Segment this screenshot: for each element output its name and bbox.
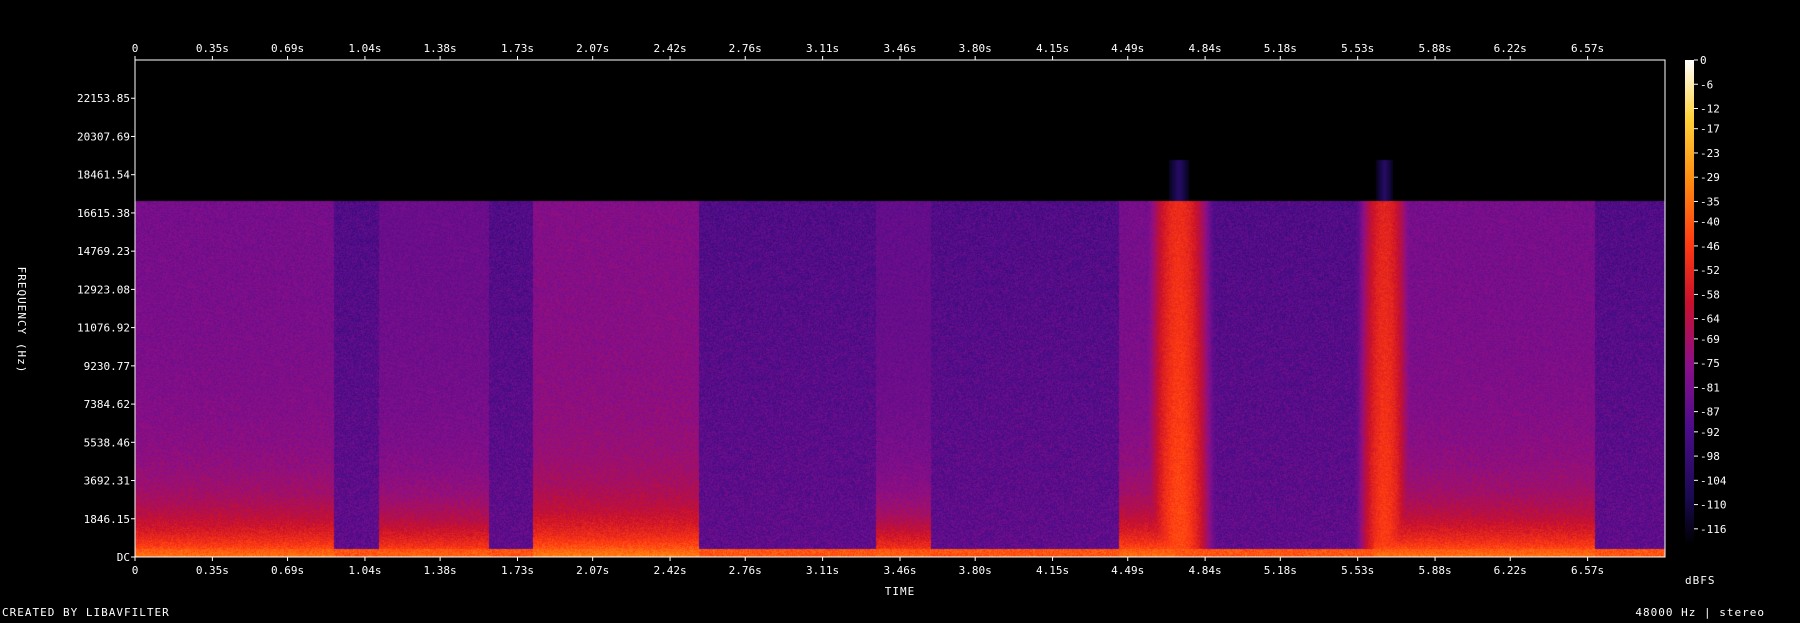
x-tick-label-top: 1.38s <box>424 42 457 55</box>
format-text: 48000 Hz | stereo <box>1635 606 1765 619</box>
x-tick-label-bottom: 2.76s <box>729 564 762 577</box>
x-tick-label-bottom: 2.07s <box>576 564 609 577</box>
y-tick-label: 20307.69 <box>77 130 130 143</box>
x-tick-label-top: 4.15s <box>1036 42 1069 55</box>
y-tick-label: 7384.62 <box>84 398 130 411</box>
x-tick-label-bottom: 5.53s <box>1341 564 1374 577</box>
colorbar-tick-label: -52 <box>1700 264 1720 277</box>
colorbar-tick-label: -98 <box>1700 450 1720 463</box>
x-tick-label-bottom: 2.42s <box>653 564 686 577</box>
x-tick-label-top: 1.73s <box>501 42 534 55</box>
y-tick-label: 22153.85 <box>77 92 130 105</box>
y-tick-label: 5538.46 <box>84 436 130 449</box>
y-tick-label: 16615.38 <box>77 207 130 220</box>
y-tick-label: DC <box>117 551 130 564</box>
x-tick-label-bottom: 3.46s <box>883 564 916 577</box>
x-tick-label-top: 5.53s <box>1341 42 1374 55</box>
y-tick-label: 12923.08 <box>77 283 130 296</box>
x-tick-label-top: 4.84s <box>1189 42 1222 55</box>
x-tick-label-top: 3.46s <box>883 42 916 55</box>
colorbar-ticks: 0 -6 -12 -17 -23 -29 -35 -40 -46 -52 -58 -64 -69 -75 -… <box>1694 54 1727 536</box>
x-axis-label: TIME <box>885 585 916 598</box>
y-axis: DC 1846.15 3692.31 5538.46 7384.62 9230.77 110… <box>77 92 135 564</box>
credit-text: CREATED BY LIBAVFILTER <box>2 606 170 619</box>
x-tick-label-bottom: 1.73s <box>501 564 534 577</box>
x-tick-label-top: 6.57s <box>1571 42 1604 55</box>
colorbar-tick-label: -46 <box>1700 240 1720 253</box>
y-axis-label: FREQUENCY (Hz) <box>15 267 28 374</box>
x-tick-label-bottom: 4.15s <box>1036 564 1069 577</box>
colorbar-tick-label: -64 <box>1700 313 1720 326</box>
colorbar-tick-label: -110 <box>1700 499 1727 512</box>
y-tick-label: 3692.31 <box>84 475 130 488</box>
colorbar-tick-label: -104 <box>1700 474 1727 487</box>
colorbar-tick-label: 0 <box>1700 54 1707 67</box>
x-tick-label-top: 5.18s <box>1264 42 1297 55</box>
x-tick-label-bottom: 3.80s <box>959 564 992 577</box>
y-tick-label: 11076.92 <box>77 322 130 335</box>
x-tick-label-bottom: 5.18s <box>1264 564 1297 577</box>
y-tick-label: 9230.77 <box>84 360 130 373</box>
x-tick-label-top: 0.35s <box>196 42 229 55</box>
y-tick-label: 1846.15 <box>84 513 130 526</box>
x-tick-label-bottom: 4.49s <box>1111 564 1144 577</box>
x-tick-label-bottom: 6.22s <box>1494 564 1527 577</box>
x-tick-label-bottom: 6.57s <box>1571 564 1604 577</box>
colorbar-label: dBFS <box>1685 574 1716 587</box>
colorbar-tick-label: -40 <box>1700 216 1720 229</box>
x-tick-label-top: 2.07s <box>576 42 609 55</box>
colorbar-tick-label: -92 <box>1700 426 1720 439</box>
colorbar-tick-label: -12 <box>1700 103 1720 116</box>
colorbar <box>1685 60 1694 545</box>
colorbar-tick-label: -87 <box>1700 406 1720 419</box>
colorbar-tick-label: -29 <box>1700 171 1720 184</box>
colorbar-tick-label: -75 <box>1700 357 1720 370</box>
colorbar-tick-label: -81 <box>1700 381 1720 394</box>
x-tick-label-bottom: 4.84s <box>1189 564 1222 577</box>
y-tick-label: 14769.23 <box>77 245 130 258</box>
x-tick-label-bottom: 0.69s <box>271 564 304 577</box>
x-tick-label-top: 3.80s <box>959 42 992 55</box>
spectrogram-chart: 0 0.35s 0.69s 1.04s 1.38s 1.73s 2.07s 2.42s 2.76… <box>2 42 1765 619</box>
colorbar-tick-label: -35 <box>1700 195 1720 208</box>
spectrogram-image-holder <box>135 60 1665 557</box>
x-tick-label-top: 0 <box>132 42 139 55</box>
colorbar-tick-label: -69 <box>1700 333 1720 346</box>
colorbar-tick-label: -116 <box>1700 523 1727 536</box>
x-tick-label-top: 6.22s <box>1494 42 1527 55</box>
colorbar-tick-label: -23 <box>1700 147 1720 160</box>
colorbar-tick-label: -17 <box>1700 123 1720 136</box>
x-tick-label-bottom: 3.11s <box>806 564 839 577</box>
spectrogram-image <box>135 60 1665 557</box>
x-tick-label-top: 4.49s <box>1111 42 1144 55</box>
x-tick-label-top: 5.88s <box>1418 42 1451 55</box>
x-tick-label-top: 0.69s <box>271 42 304 55</box>
x-tick-label-top: 2.76s <box>729 42 762 55</box>
x-tick-label-bottom: 5.88s <box>1418 564 1451 577</box>
x-tick-label-bottom: 1.04s <box>348 564 381 577</box>
colorbar-tick-label: -58 <box>1700 288 1720 301</box>
y-tick-label: 18461.54 <box>77 169 130 182</box>
spectrogram-figure: 0 0.35s 0.69s 1.04s 1.38s 1.73s 2.07s 2.42s 2.76… <box>0 0 1800 619</box>
x-axis-top: 0 0.35s 0.69s 1.04s 1.38s 1.73s 2.07s 2.42s 2.76… <box>132 42 1604 60</box>
x-tick-label-bottom: 0.35s <box>196 564 229 577</box>
x-axis-bottom: 0 0.35s 0.69s 1.04s 1.38s 1.73s 2.07s 2.42s 2.76… <box>132 557 1604 577</box>
x-tick-label-top: 2.42s <box>653 42 686 55</box>
x-tick-label-bottom: 1.38s <box>424 564 457 577</box>
x-tick-label-top: 1.04s <box>348 42 381 55</box>
x-tick-label-bottom: 0 <box>132 564 139 577</box>
x-tick-label-top: 3.11s <box>806 42 839 55</box>
colorbar-tick-label: -6 <box>1700 78 1713 91</box>
